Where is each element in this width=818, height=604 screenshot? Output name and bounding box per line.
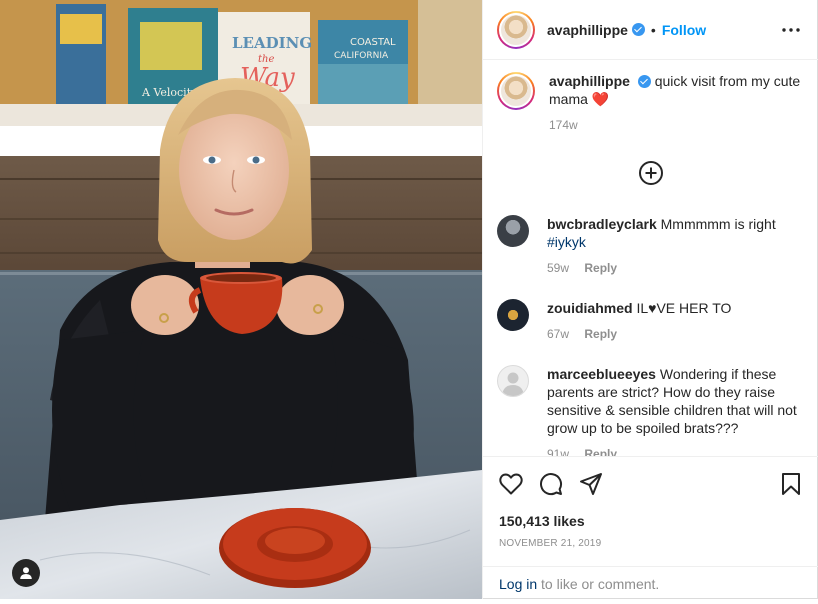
post-container: A Velocity LEADING the Way COASTAL CALIF… <box>0 0 818 599</box>
commenter-username[interactable]: marceeblueeyes <box>547 366 656 382</box>
login-link[interactable]: Log in <box>499 576 537 592</box>
book-title-coastal: COASTAL <box>350 37 396 48</box>
heart-emoji: ❤️ <box>591 91 610 107</box>
commenter-avatar[interactable] <box>497 215 529 247</box>
caption-time[interactable]: 174w <box>549 118 578 132</box>
plus-circle-icon <box>639 161 663 185</box>
comment-body: zouidiahmed IL♥VE HER TO 67w Reply <box>547 299 731 343</box>
user-tag-button[interactable] <box>12 559 40 587</box>
commenter-avatar[interactable] <box>497 365 529 397</box>
paper-plane-icon <box>580 473 602 495</box>
comment-hashtag-link[interactable]: #iykyk <box>547 234 586 250</box>
verified-badge-icon <box>637 75 651 88</box>
likes-count[interactable]: 150,413 likes <box>499 513 585 529</box>
comment-body: bwcbradleyclark Mmmmmm is right #iykyk 5… <box>547 215 776 277</box>
default-avatar-icon <box>502 372 524 396</box>
comment-body: marceeblueeyes Wondering if these parent… <box>547 365 803 456</box>
comment-row: zouidiahmed IL♥VE HER TO 67w Reply <box>497 299 807 343</box>
commenter-username[interactable]: zouidiahmed <box>547 300 633 316</box>
verified-badge-icon <box>631 23 645 36</box>
reply-button[interactable]: Reply <box>584 327 617 341</box>
caption-avatar[interactable] <box>497 72 535 110</box>
heart-icon <box>499 473 523 495</box>
post-date[interactable]: NOVEMBER 21, 2019 <box>499 538 601 549</box>
comment-time[interactable]: 59w <box>547 261 569 275</box>
author-avatar[interactable] <box>497 10 535 49</box>
comment-text-part: IL <box>636 300 649 316</box>
like-button[interactable] <box>498 471 524 497</box>
photo-illustration: A Velocity LEADING the Way COASTAL CALIF… <box>0 0 482 599</box>
post-photo[interactable]: A Velocity LEADING the Way COASTAL CALIF… <box>0 0 482 599</box>
post-actions <box>483 456 818 512</box>
profile-photo <box>499 74 533 108</box>
bookmark-icon <box>782 473 800 495</box>
follow-button[interactable]: Follow <box>662 22 706 38</box>
post-side-panel: avaphillippe • Follow avaphillippe quick… <box>482 0 818 599</box>
caption-row: avaphillippe quick visit from my cute ma… <box>497 72 807 134</box>
caption-username[interactable]: avaphillippe <box>549 73 630 89</box>
comment-row: marceeblueeyes Wondering if these parent… <box>497 365 807 456</box>
more-options-button[interactable] <box>781 20 801 40</box>
comment-text: IL♥VE HER TO <box>636 300 731 316</box>
comments-list[interactable]: avaphillippe quick visit from my cute ma… <box>483 60 818 456</box>
book-title-california: CALIFORNIA <box>334 51 389 61</box>
comment-time[interactable]: 67w <box>547 327 569 341</box>
login-prompt-text: to like or comment. <box>537 576 660 592</box>
comment-row: bwcbradleyclark Mmmmmm is right #iykyk 5… <box>497 215 807 277</box>
comment-icon <box>540 473 563 496</box>
caption-body: avaphillippe quick visit from my cute ma… <box>549 72 807 134</box>
login-prompt: Log in to like or comment. <box>483 566 818 599</box>
profile-photo <box>499 12 533 47</box>
comment-time[interactable]: 91w <box>547 447 569 456</box>
share-button[interactable] <box>578 471 604 497</box>
save-button[interactable] <box>778 471 804 497</box>
user-icon <box>20 567 32 579</box>
header-separator: • <box>650 21 656 38</box>
comment-text-part: VE HER TO <box>656 300 732 316</box>
commenter-username[interactable]: bwcbradleyclark <box>547 216 657 232</box>
load-more-comments-button[interactable] <box>638 160 664 186</box>
book-title-leading: LEADING <box>232 34 312 52</box>
post-header: avaphillippe • Follow <box>483 0 818 60</box>
comment-button[interactable] <box>538 471 564 497</box>
author-username[interactable]: avaphillippe <box>547 22 628 38</box>
reply-button[interactable]: Reply <box>584 447 617 456</box>
reply-button[interactable]: Reply <box>584 261 617 275</box>
commenter-avatar[interactable] <box>497 299 529 331</box>
comment-text: Mmmmmm is right <box>660 216 776 232</box>
more-horizontal-icon <box>782 28 800 32</box>
